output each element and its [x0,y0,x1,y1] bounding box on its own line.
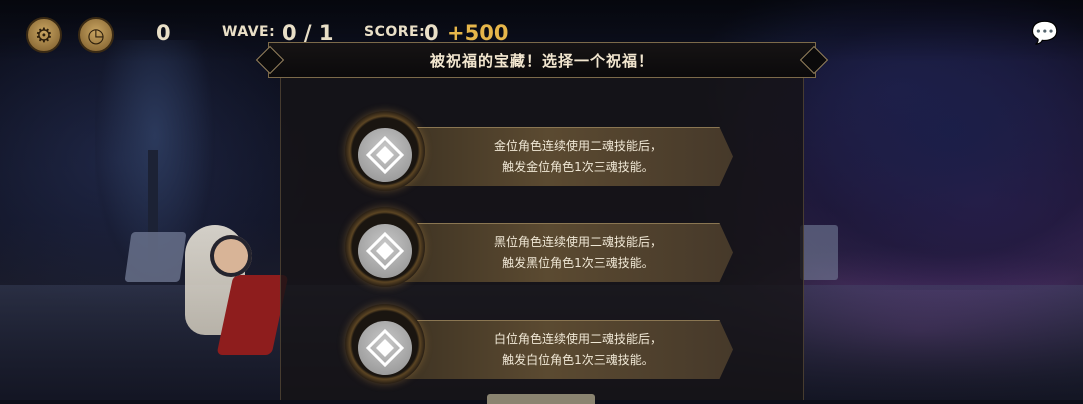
blessing-option-black[interactable]: 黑位角色连续使用二魂技能后， 触发黑位角色1次三魂技能。 [345,203,750,287]
option-line-2: 触发白位角色1次三魂技能。 [502,353,654,367]
option-description: 白位角色连续使用二魂技能后， 触发白位角色1次三魂技能。 [433,325,723,375]
chat-button[interactable]: 💬 [1026,20,1064,48]
diamond-emblem-icon [358,321,412,375]
option-icon-frame [345,304,425,384]
option-description: 金位角色连续使用二魂技能后， 触发金位角色1次三魂技能。 [433,132,723,182]
dialog-title: 被祝福的宝藏！选择一个祝福！ [429,51,654,70]
character-sprite [175,215,289,355]
option-line-2: 触发金位角色1次三魂技能。 [502,160,654,174]
bottom-button-edge[interactable] [487,394,595,404]
option-line-2: 触发黑位角色1次三魂技能。 [502,256,654,270]
clock-icon: ◷ [87,23,105,47]
option-line-1: 金位角色连续使用二魂技能后， [493,139,662,153]
gear-icon: ⚙ [35,23,53,47]
option-line-1: 黑位角色连续使用二魂技能后， [493,235,662,249]
wave-label: WAVE: [222,24,276,40]
option-line-1: 白位角色连续使用二魂技能后， [493,332,662,346]
character-head [210,235,252,277]
blessing-option-white[interactable]: 白位角色连续使用二魂技能后， 触发白位角色1次三魂技能。 [345,300,750,384]
dialog-title-bar: 被祝福的宝藏！选择一个祝福！ [255,42,829,78]
speed-button[interactable]: ◷ [78,17,114,53]
option-icon-frame [345,111,425,191]
option-icon-frame [345,207,425,287]
diamond-emblem-icon [358,128,412,182]
timer-value: 0 [156,21,171,45]
settings-button[interactable]: ⚙ [26,17,62,53]
option-description: 黑位角色连续使用二魂技能后， 触发黑位角色1次三魂技能。 [433,228,723,278]
blessing-option-gold[interactable]: 金位角色连续使用二魂技能后， 触发金位角色1次三魂技能。 [345,107,750,191]
crystal-rock-right [800,225,838,280]
chat-bubble-icon: 💬 [1031,21,1059,46]
diamond-emblem-icon [358,224,412,278]
score-label: SCORE: [364,24,426,40]
